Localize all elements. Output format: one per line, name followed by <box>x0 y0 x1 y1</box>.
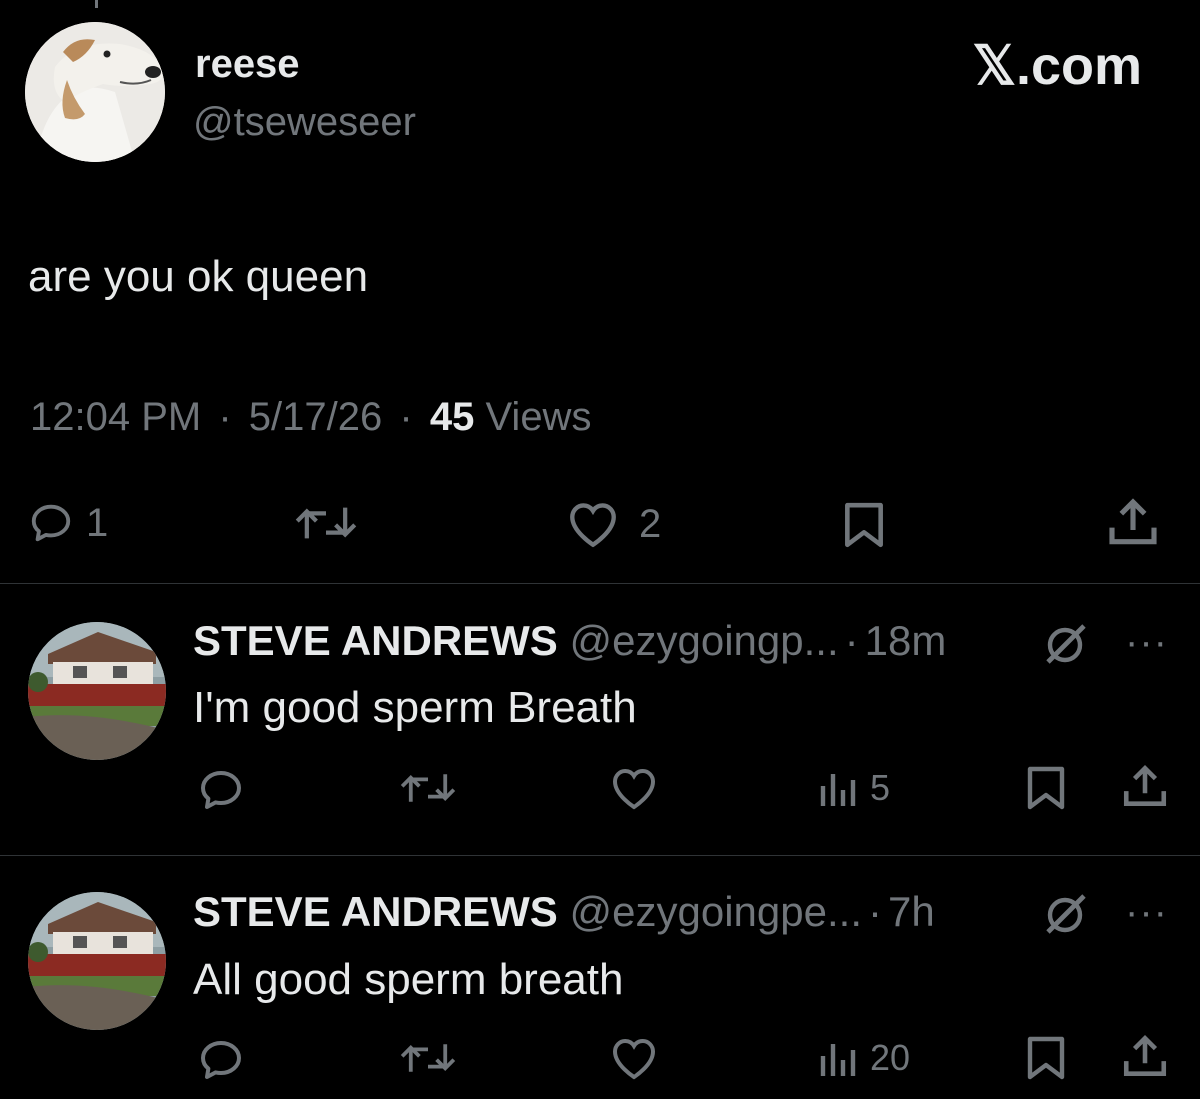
analytics-icon <box>820 774 856 806</box>
reply-icon <box>201 771 241 809</box>
bookmark-button[interactable] <box>836 500 892 550</box>
meta-separator: · <box>844 617 859 664</box>
divider <box>0 855 1200 856</box>
bookmark-icon <box>1027 766 1065 810</box>
like-icon <box>612 768 656 810</box>
reply-avatar[interactable] <box>28 622 166 760</box>
share-icon <box>1123 765 1167 806</box>
bookmark-button[interactable] <box>1024 1034 1068 1082</box>
like-button[interactable] <box>609 1036 659 1080</box>
views-label: Views <box>485 395 592 439</box>
share-button[interactable] <box>1120 762 1170 812</box>
reply-avatar[interactable] <box>28 892 166 1030</box>
share-icon <box>1123 1035 1167 1076</box>
bookmark-icon <box>1027 1036 1065 1080</box>
views-button[interactable]: 20 <box>818 1036 910 1080</box>
views-count: 20 <box>870 1037 911 1078</box>
retweet-button[interactable] <box>290 500 362 546</box>
author-handle[interactable]: @tseweseer <box>193 100 416 145</box>
reply-button[interactable] <box>196 766 246 814</box>
share-icon <box>1109 498 1157 545</box>
retweet-button[interactable] <box>397 766 459 810</box>
retweet-icon <box>295 507 357 539</box>
views-button[interactable]: 5 <box>818 766 890 810</box>
bookmark-icon <box>845 502 883 548</box>
reply-author-handle[interactable]: @ezygoingpe... <box>570 888 862 935</box>
retweet-icon <box>400 774 456 802</box>
reply-time[interactable]: 7h <box>888 888 935 935</box>
retweet-icon <box>400 1044 456 1072</box>
house-avatar-image <box>28 892 166 1030</box>
reply-author-name[interactable]: STEVE ANDREWS <box>193 888 558 935</box>
views-count: 5 <box>870 767 891 808</box>
tweet-text: are you ok queen <box>28 252 369 301</box>
reply-time[interactable]: 18m <box>865 617 947 664</box>
like-count: 2 <box>639 501 662 546</box>
reply-text: All good sperm breath <box>193 955 624 1004</box>
reply-icon <box>201 1041 241 1079</box>
reply-button[interactable] <box>196 1036 246 1084</box>
like-icon <box>570 503 616 548</box>
views-count: 45 <box>429 395 475 439</box>
share-button[interactable] <box>1105 495 1161 551</box>
grok-button[interactable] <box>1042 620 1090 673</box>
like-button[interactable]: 2 <box>565 500 661 548</box>
meta-separator: · <box>399 395 413 439</box>
meta-separator: · <box>867 888 882 935</box>
avatar[interactable] <box>25 22 165 162</box>
reply-count: 1 <box>86 500 109 545</box>
brand-watermark: 𝕏.com <box>972 36 1142 96</box>
bookmark-button[interactable] <box>1024 764 1068 812</box>
tweet-thread: reese @tseweseer 𝕏.com are you ok queen … <box>0 0 1200 1099</box>
retweet-button[interactable] <box>397 1036 459 1080</box>
grok-icon <box>1046 894 1086 934</box>
house-avatar-image <box>28 622 166 760</box>
like-icon <box>612 1038 656 1080</box>
share-button[interactable] <box>1120 1032 1170 1082</box>
reply-text: I'm good sperm Breath <box>193 683 637 732</box>
author-name[interactable]: reese <box>195 42 300 87</box>
tweet-meta: 12:04 PM · 5/17/26 · 45 Views <box>30 395 591 440</box>
tweet-date[interactable]: 5/17/26 <box>249 395 382 439</box>
grok-button[interactable] <box>1042 890 1090 943</box>
thread-line <box>95 0 98 8</box>
tweet-time[interactable]: 12:04 PM <box>30 395 201 439</box>
reply-header: STEVE ANDREWS @ezygoingpe... · 7h <box>193 888 935 936</box>
divider <box>0 583 1200 584</box>
analytics-icon <box>820 1044 856 1076</box>
more-options-button[interactable]: ··· <box>1125 620 1168 665</box>
meta-separator: · <box>218 395 232 439</box>
reply-header: STEVE ANDREWS @ezygoingp... · 18m <box>193 617 946 665</box>
reply-author-name[interactable]: STEVE ANDREWS <box>193 617 558 664</box>
grok-icon <box>1046 624 1086 664</box>
more-options-button[interactable]: ··· <box>1125 890 1168 935</box>
reply-icon <box>31 504 71 542</box>
dog-avatar-image <box>25 22 165 162</box>
reply-button[interactable]: 1 <box>28 500 108 546</box>
reply-author-handle[interactable]: @ezygoingp... <box>570 617 839 664</box>
like-button[interactable] <box>609 766 659 810</box>
